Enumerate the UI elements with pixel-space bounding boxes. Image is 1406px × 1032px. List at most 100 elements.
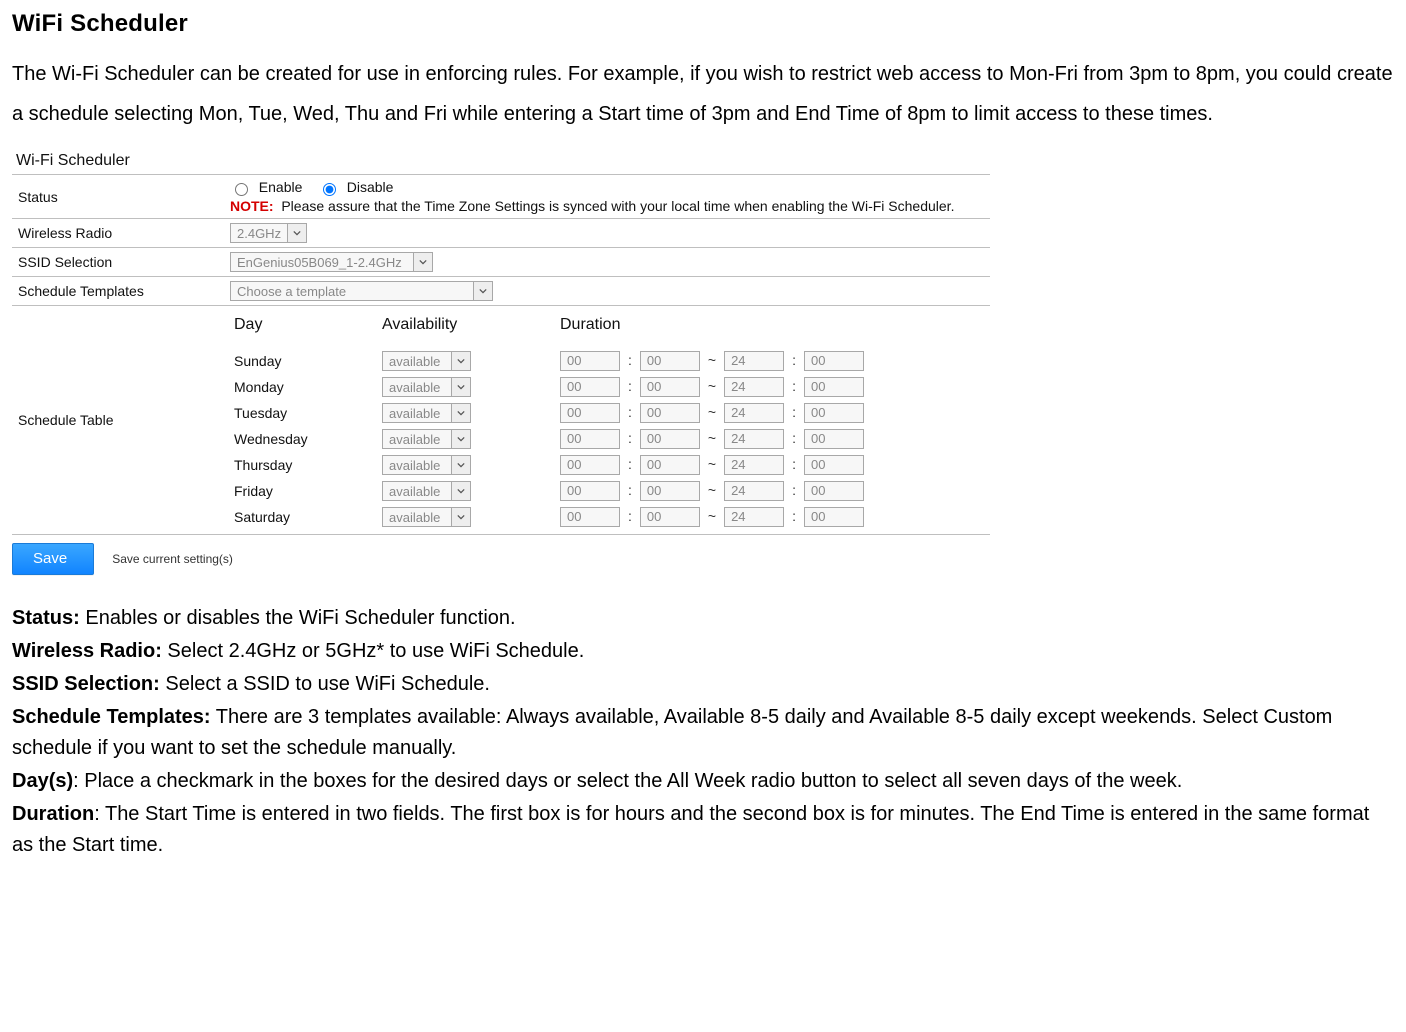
definition-term: Status:	[12, 607, 80, 629]
end-min-input[interactable]: 00	[804, 403, 864, 423]
table-row: Saturdayavailable00:00~24:00	[230, 504, 984, 530]
colon-separator: :	[784, 456, 804, 472]
day-name: Sunday	[230, 348, 378, 374]
chevron-down-icon	[451, 482, 470, 500]
day-name: Thursday	[230, 452, 378, 478]
tilde-separator: ~	[700, 404, 724, 420]
start-min-input[interactable]: 00	[640, 507, 700, 527]
colon-separator: :	[784, 508, 804, 524]
availability-value: available	[383, 404, 451, 422]
availability-select[interactable]: available	[382, 351, 471, 371]
tilde-separator: ~	[700, 508, 724, 524]
start-min-input[interactable]: 00	[640, 351, 700, 371]
chevron-down-icon	[451, 404, 470, 422]
colon-separator: :	[784, 352, 804, 368]
start-hour-input[interactable]: 00	[560, 377, 620, 397]
start-min-input[interactable]: 00	[640, 403, 700, 423]
note-label: NOTE:	[230, 198, 274, 214]
day-name: Wednesday	[230, 426, 378, 452]
day-name: Friday	[230, 478, 378, 504]
start-hour-input[interactable]: 00	[560, 455, 620, 475]
form-table: Status Enable Disable NOTE: Please assur…	[12, 174, 990, 535]
day-name: Tuesday	[230, 400, 378, 426]
tilde-separator: ~	[700, 430, 724, 446]
wireless-radio-select[interactable]: 2.4GHz	[230, 223, 307, 243]
col-availability: Availability	[378, 310, 556, 348]
chevron-down-icon	[287, 224, 306, 242]
colon-separator: :	[620, 482, 640, 498]
intro-paragraph: The Wi-Fi Scheduler can be created for u…	[12, 54, 1394, 134]
status-disable-radio[interactable]	[323, 183, 336, 196]
end-hour-input[interactable]: 24	[724, 377, 784, 397]
end-min-input[interactable]: 00	[804, 351, 864, 371]
chevron-down-icon	[451, 352, 470, 370]
availability-select[interactable]: available	[382, 507, 471, 527]
availability-value: available	[383, 508, 451, 526]
definition-term: SSID Selection:	[12, 673, 160, 695]
availability-value: available	[383, 378, 451, 396]
definition-item: Status: Enables or disables the WiFi Sch…	[12, 603, 1394, 634]
end-min-input[interactable]: 00	[804, 429, 864, 449]
end-hour-input[interactable]: 24	[724, 429, 784, 449]
availability-select[interactable]: available	[382, 403, 471, 423]
end-hour-input[interactable]: 24	[724, 507, 784, 527]
colon-separator: :	[620, 378, 640, 394]
definition-term: Wireless Radio:	[12, 640, 162, 662]
start-min-input[interactable]: 00	[640, 377, 700, 397]
status-enable-option[interactable]: Enable	[230, 179, 302, 195]
end-min-input[interactable]: 00	[804, 455, 864, 475]
definition-item: SSID Selection: Select a SSID to use WiF…	[12, 669, 1394, 700]
colon-separator: :	[620, 456, 640, 472]
end-hour-input[interactable]: 24	[724, 455, 784, 475]
start-hour-input[interactable]: 00	[560, 507, 620, 527]
start-hour-input[interactable]: 00	[560, 403, 620, 423]
definition-text: : The Start Time is entered in two field…	[12, 803, 1369, 856]
table-row: Sundayavailable00:00~24:00	[230, 348, 984, 374]
availability-select[interactable]: available	[382, 455, 471, 475]
save-button[interactable]: Save	[12, 543, 94, 575]
ssid-selection-label: SSID Selection	[12, 248, 224, 277]
save-description: Save current setting(s)	[112, 552, 233, 566]
colon-separator: :	[620, 508, 640, 524]
chevron-down-icon	[473, 282, 492, 300]
colon-separator: :	[784, 404, 804, 420]
availability-select[interactable]: available	[382, 481, 471, 501]
tilde-separator: ~	[700, 378, 724, 394]
definition-text: Enables or disables the WiFi Scheduler f…	[80, 607, 516, 629]
end-hour-input[interactable]: 24	[724, 403, 784, 423]
table-row: Fridayavailable00:00~24:00	[230, 478, 984, 504]
start-hour-input[interactable]: 00	[560, 351, 620, 371]
colon-separator: :	[784, 378, 804, 394]
tilde-separator: ~	[700, 456, 724, 472]
availability-value: available	[383, 430, 451, 448]
tilde-separator: ~	[700, 482, 724, 498]
start-hour-input[interactable]: 00	[560, 481, 620, 501]
definition-text: Select 2.4GHz or 5GHz* to use WiFi Sched…	[162, 640, 584, 662]
start-min-input[interactable]: 00	[640, 481, 700, 501]
definition-term: Day(s)	[12, 770, 73, 792]
availability-select[interactable]: available	[382, 429, 471, 449]
end-min-input[interactable]: 00	[804, 377, 864, 397]
definition-text: Select a SSID to use WiFi Schedule.	[160, 673, 490, 695]
end-hour-input[interactable]: 24	[724, 481, 784, 501]
definition-item: Schedule Templates: There are 3 template…	[12, 702, 1394, 764]
end-hour-input[interactable]: 24	[724, 351, 784, 371]
status-enable-radio[interactable]	[235, 183, 248, 196]
colon-separator: :	[784, 482, 804, 498]
start-hour-input[interactable]: 00	[560, 429, 620, 449]
definitions: Status: Enables or disables the WiFi Sch…	[12, 603, 1394, 861]
table-row: Thursdayavailable00:00~24:00	[230, 452, 984, 478]
ssid-select[interactable]: EnGenius05B069_1-2.4GHz	[230, 252, 433, 272]
templates-select[interactable]: Choose a template	[230, 281, 493, 301]
definition-item: Duration: The Start Time is entered in t…	[12, 799, 1394, 861]
start-min-input[interactable]: 00	[640, 429, 700, 449]
col-duration: Duration	[556, 310, 984, 348]
templates-label: Schedule Templates	[12, 277, 224, 306]
start-min-input[interactable]: 00	[640, 455, 700, 475]
status-disable-option[interactable]: Disable	[318, 179, 393, 195]
end-min-input[interactable]: 00	[804, 481, 864, 501]
colon-separator: :	[620, 430, 640, 446]
availability-select[interactable]: available	[382, 377, 471, 397]
end-min-input[interactable]: 00	[804, 507, 864, 527]
table-row: Wednesdayavailable00:00~24:00	[230, 426, 984, 452]
